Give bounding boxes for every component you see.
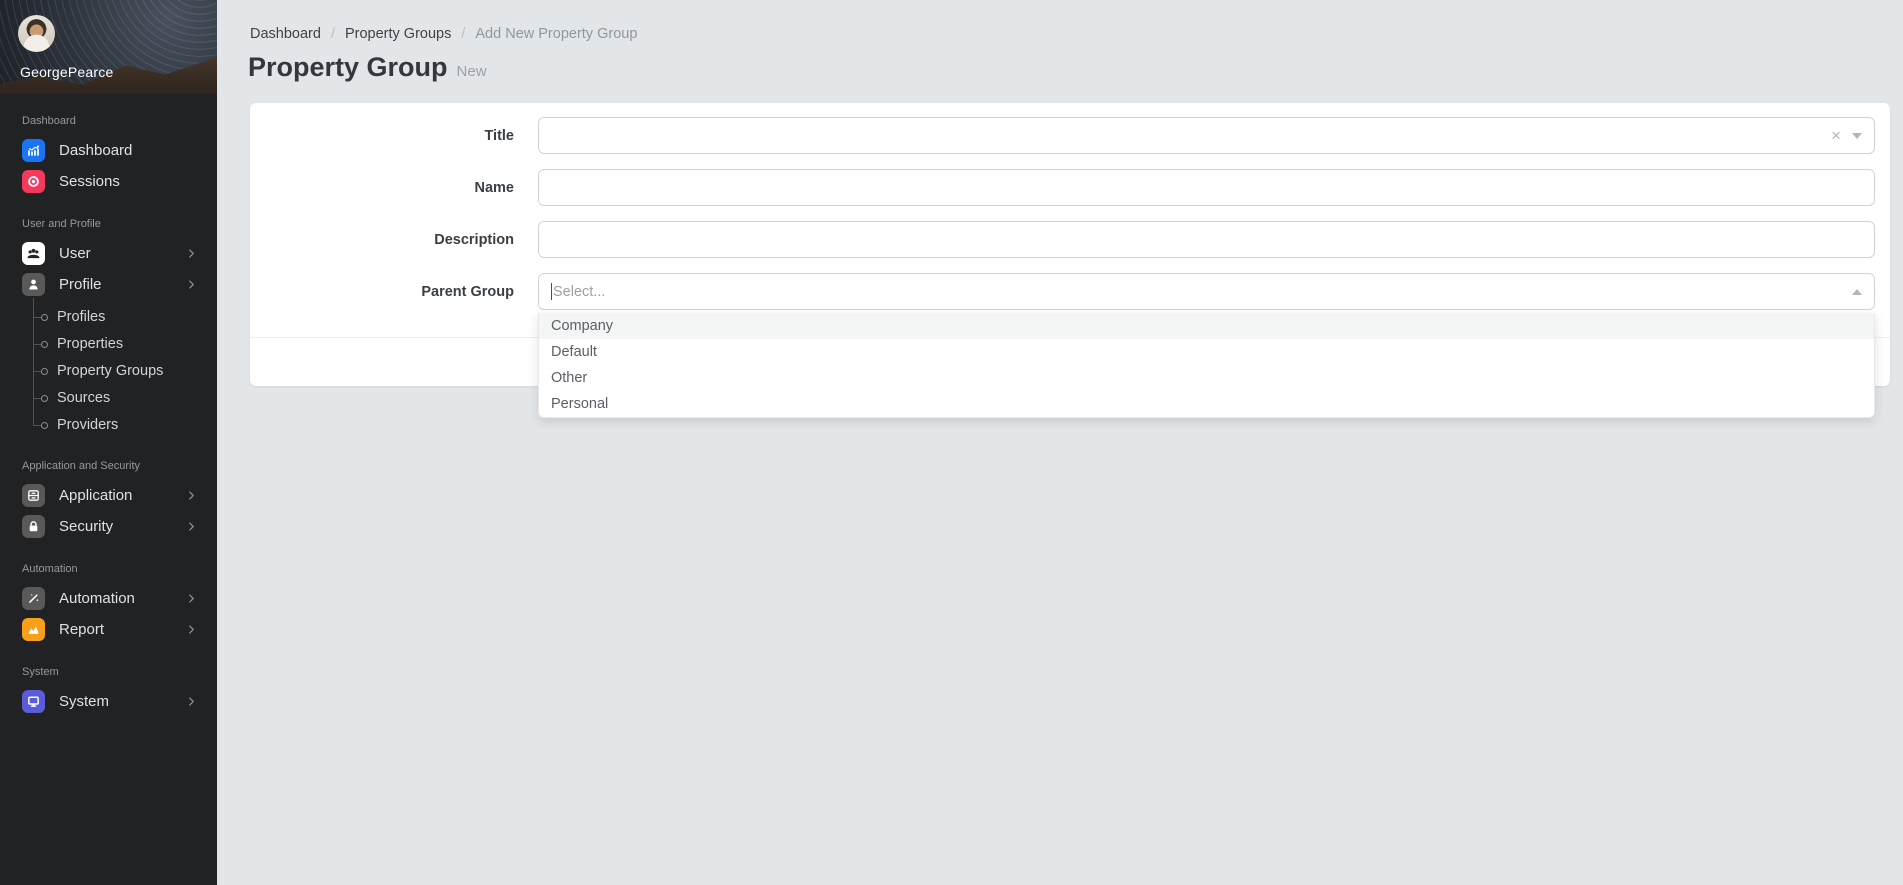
chevron-right-icon [186, 248, 197, 259]
property-group-form-card: Title × Name Description [250, 103, 1890, 386]
sidebar-item-label: User [59, 245, 178, 262]
sidebar-subitem-sources[interactable]: Sources [0, 385, 217, 412]
title-select[interactable] [538, 117, 1875, 154]
name-input[interactable] [538, 169, 1875, 206]
description-label: Description [250, 232, 538, 248]
name-label: Name [250, 180, 538, 196]
chevron-right-icon [186, 279, 197, 290]
page-title-badge: New [457, 63, 487, 80]
text-cursor [551, 283, 552, 300]
sidebar-profile-header: GeorgePearce [0, 0, 217, 94]
area-chart-icon [22, 618, 45, 641]
section-label-application-and-security: Application and Security [22, 460, 217, 472]
breadcrumb-link-dashboard[interactable]: Dashboard [250, 26, 321, 42]
form-body: Title × Name Description [250, 103, 1890, 310]
lock-icon [22, 515, 45, 538]
title-label: Title [250, 128, 538, 144]
sidebar-subitem-properties[interactable]: Properties [0, 331, 217, 358]
section-label-system: System [22, 666, 217, 678]
breadcrumb-link-property-groups[interactable]: Property Groups [345, 26, 451, 42]
sidebar-subitem-property-groups[interactable]: Property Groups [0, 358, 217, 385]
form-row-title: Title × [250, 117, 1875, 154]
clear-icon[interactable]: × [1831, 117, 1841, 154]
sidebar-item-application[interactable]: Application [0, 480, 217, 511]
parent-group-dropdown: Company Default Other Personal [538, 313, 1875, 418]
sidebar-subitem-profiles[interactable]: Profiles [0, 304, 217, 331]
chevron-right-icon [186, 624, 197, 635]
bar-chart-icon [22, 139, 45, 162]
sidebar-item-system[interactable]: System [0, 686, 217, 717]
person-icon [22, 273, 45, 296]
sidebar-item-sessions[interactable]: Sessions [0, 166, 217, 197]
monitor-icon [22, 690, 45, 713]
sidebar-item-security[interactable]: Security [0, 511, 217, 542]
sidebar-item-label: Dashboard [59, 142, 197, 159]
chevron-right-icon [186, 593, 197, 604]
user-avatar [18, 15, 55, 52]
sidebar-item-automation[interactable]: Automation [0, 583, 217, 614]
dropdown-option-other[interactable]: Other [539, 365, 1874, 391]
users-icon [22, 242, 45, 265]
sidebar-item-dashboard[interactable]: Dashboard [0, 135, 217, 166]
breadcrumb-separator: / [461, 26, 465, 42]
parent-group-combobox[interactable]: Select... [538, 273, 1875, 310]
dropdown-option-company[interactable]: Company [539, 313, 1874, 339]
sidebar-subitem-providers[interactable]: Providers [0, 412, 217, 439]
chevron-right-icon [186, 521, 197, 532]
chevron-down-icon[interactable] [1852, 133, 1862, 139]
parent-group-label: Parent Group [250, 284, 538, 300]
description-input[interactable] [538, 221, 1875, 258]
breadcrumb-separator: / [331, 26, 335, 42]
form-row-name: Name [250, 169, 1875, 206]
sidebar-item-label: System [59, 693, 178, 710]
title-field-wrap: × [538, 117, 1875, 154]
sidebar-item-label: Automation [59, 590, 178, 607]
sidebar-item-label: Report [59, 621, 178, 638]
sidebar-item-label: Security [59, 518, 178, 535]
section-label-user-and-profile: User and Profile [22, 218, 217, 230]
sidebar-item-label: Application [59, 487, 178, 504]
sidebar-item-profile[interactable]: Profile [0, 269, 217, 300]
sidebar-item-report[interactable]: Report [0, 614, 217, 645]
sidebar-item-user[interactable]: User [0, 238, 217, 269]
breadcrumb-current: Add New Property Group [475, 26, 637, 42]
form-row-parent-group: Parent Group Select... Company Default O… [250, 273, 1875, 310]
sidebar-nav: Dashboard Dashboard Sessions User and Pr… [0, 115, 217, 717]
magic-wand-icon [22, 587, 45, 610]
chevron-up-icon[interactable] [1852, 289, 1862, 295]
page-title: Property Group New [248, 52, 487, 83]
parent-group-field-wrap: Select... Company Default Other Personal [538, 273, 1875, 310]
breadcrumb: Dashboard / Property Groups / Add New Pr… [250, 26, 637, 42]
chevron-right-icon [186, 696, 197, 707]
record-icon [22, 170, 45, 193]
form-row-description: Description [250, 221, 1875, 258]
dropdown-option-personal[interactable]: Personal [539, 391, 1874, 417]
name-field-wrap [538, 169, 1875, 206]
user-name: GeorgePearce [20, 64, 113, 80]
sidebar: GeorgePearce Dashboard Dashboard Session… [0, 0, 217, 885]
page-title-text: Property Group [248, 52, 448, 83]
archive-icon [22, 484, 45, 507]
description-field-wrap [538, 221, 1875, 258]
profile-submenu: Profiles Properties Property Groups Sour… [0, 304, 217, 439]
section-label-automation: Automation [22, 563, 217, 575]
sidebar-item-label: Profile [59, 276, 178, 293]
dropdown-option-default[interactable]: Default [539, 339, 1874, 365]
parent-group-placeholder: Select... [553, 284, 605, 300]
sidebar-item-label: Sessions [59, 173, 197, 190]
chevron-right-icon [186, 490, 197, 501]
section-label-dashboard: Dashboard [22, 115, 217, 127]
main-content: Dashboard / Property Groups / Add New Pr… [217, 0, 1903, 885]
